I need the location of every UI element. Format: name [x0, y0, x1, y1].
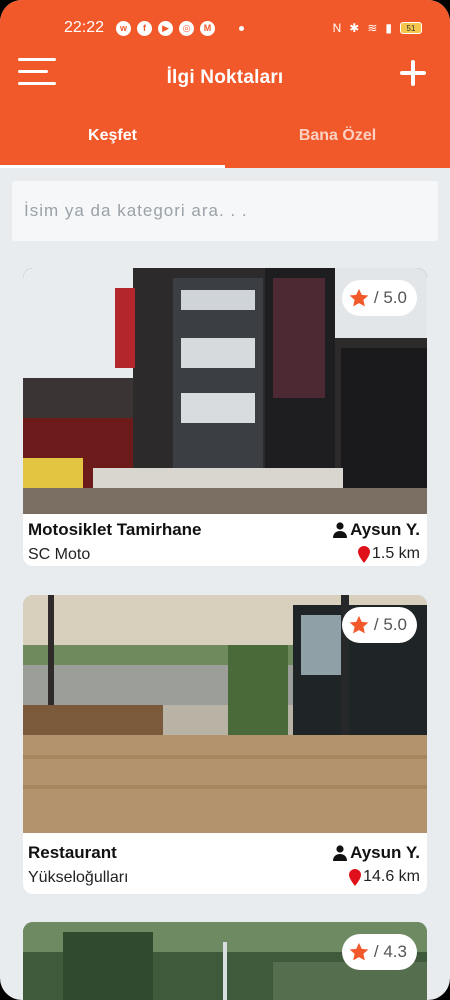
place-distance: 14.6 km — [349, 868, 420, 886]
battery-icon: 51 — [400, 22, 422, 34]
gmail-icon: M — [200, 20, 216, 36]
place-distance: 1.5 km — [357, 545, 420, 563]
location-pin-icon — [349, 868, 362, 886]
add-place-button[interactable] — [400, 60, 426, 86]
distance-value: 1.5 km — [371, 545, 420, 562]
place-card[interactable]: / 5.0 Motosiklet Tamirhane SC Moto Aysun… — [23, 268, 427, 566]
owner-name: Aysun Y. — [350, 520, 420, 539]
place-category: Motosiklet Tamirhane — [28, 520, 202, 539]
star-icon — [349, 942, 369, 961]
app-bar: İlgi Noktaları — [0, 56, 450, 100]
header: 22:22 w f ▶ ◎ M N ✱ ≋ ▮ 51 İlgi Noktalar… — [0, 0, 450, 168]
facebook-icon: f — [137, 20, 153, 36]
notification-icons: w f ▶ ◎ M — [116, 20, 245, 36]
place-photo: / 4.3 — [23, 922, 427, 1000]
rating-badge: / 5.0 — [341, 607, 417, 643]
youtube-icon: ▶ — [158, 20, 174, 36]
wifi-icon: ≋ — [367, 21, 378, 35]
rating-value: / 5.0 — [373, 615, 407, 634]
person-icon — [333, 845, 348, 861]
place-card[interactable]: / 5.0 Restaurant Yükseloğulları Aysun Y.… — [23, 595, 427, 894]
bluetooth-icon: ✱ — [349, 21, 360, 35]
place-info: Motosiklet Tamirhane SC Moto Aysun Y. 1.… — [23, 514, 427, 566]
status-time: 22:22 — [64, 19, 105, 36]
place-category: Restaurant — [28, 843, 117, 862]
search-box — [12, 181, 438, 241]
place-name: SC Moto — [28, 546, 91, 563]
place-name: Yükseloğulları — [28, 869, 129, 886]
tab-bana-ozel[interactable]: Bana Özel — [225, 104, 450, 168]
search-input[interactable] — [24, 201, 438, 221]
place-info: Restaurant Yükseloğulları Aysun Y. 14.6 … — [23, 833, 427, 894]
app-screen: 22:22 w f ▶ ◎ M N ✱ ≋ ▮ 51 İlgi Noktalar… — [0, 0, 450, 1000]
page-title: İlgi Noktaları — [166, 67, 284, 88]
place-photo: / 5.0 — [23, 268, 427, 514]
system-icons: N ✱ ≋ ▮ 51 — [333, 21, 422, 35]
rating-badge: / 4.3 — [341, 934, 417, 970]
owner-name: Aysun Y. — [350, 843, 420, 862]
instagram-icon: ◎ — [179, 20, 195, 36]
menu-icon[interactable] — [18, 58, 58, 86]
place-owner: Aysun Y. — [333, 843, 420, 863]
whatsapp-icon: w — [116, 20, 132, 36]
tab-bar: Keşfet Bana Özel — [0, 104, 450, 168]
rating-value: / 4.3 — [373, 942, 407, 961]
signal-icon: ▮ — [385, 21, 392, 35]
star-icon — [349, 615, 369, 634]
person-icon — [333, 522, 348, 538]
nfc-icon: N — [332, 21, 342, 35]
rating-value: / 5.0 — [373, 288, 407, 307]
rating-badge: / 5.0 — [341, 280, 417, 316]
more-notifications-dot — [239, 25, 245, 31]
place-owner: Aysun Y. — [333, 520, 420, 540]
distance-value: 14.6 km — [363, 868, 420, 885]
star-icon — [349, 288, 369, 307]
place-photo: / 5.0 — [23, 595, 427, 833]
location-pin-icon — [357, 545, 370, 563]
tab-kesfet[interactable]: Keşfet — [0, 104, 225, 168]
place-card[interactable]: / 4.3 — [23, 922, 427, 1000]
status-bar: 22:22 w f ▶ ◎ M N ✱ ≋ ▮ 51 — [0, 0, 450, 56]
